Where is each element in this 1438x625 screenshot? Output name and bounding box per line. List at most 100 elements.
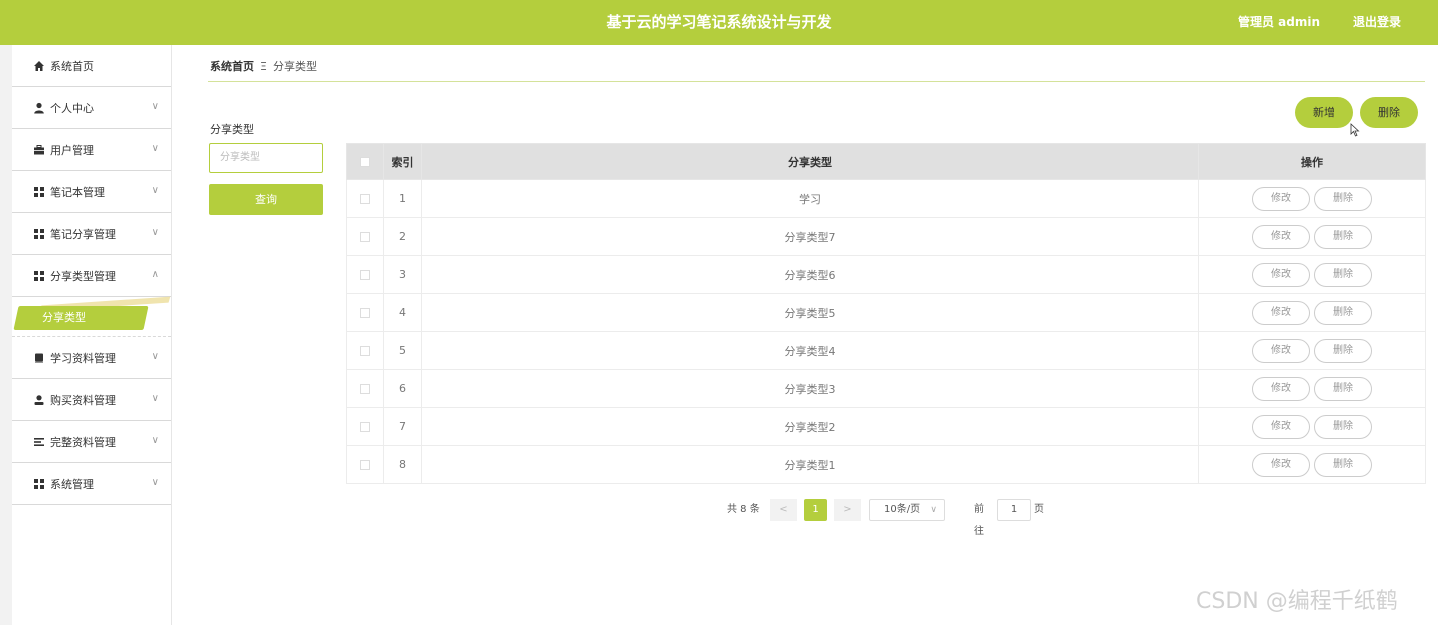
add-button[interactable]: 新增 xyxy=(1295,97,1353,128)
table-row: 5 分享类型4 修改 删除 xyxy=(346,331,1426,370)
delete-button[interactable]: 删除 xyxy=(1314,224,1372,249)
row-index: 7 xyxy=(383,407,422,446)
sidebar-item-home[interactable]: 系统首页 xyxy=(12,45,171,87)
table-row: 4 分享类型5 修改 删除 xyxy=(346,293,1426,332)
row-checkbox-cell xyxy=(346,369,384,408)
row-checkbox[interactable] xyxy=(360,384,370,394)
chevron-down-icon: ∨ xyxy=(930,505,937,515)
chevron-down-icon: ∨ xyxy=(151,477,159,488)
sidebar: 系统首页 个人中心 ∨ 用户管理 ∨ 笔记本管理 ∨ 笔记分享管理 ∨ 分享类型… xyxy=(12,45,172,625)
breadcrumb-divider xyxy=(208,81,1425,82)
sidebar-item-label: 系统首页 xyxy=(50,59,94,73)
chevron-down-icon: ∨ xyxy=(151,227,159,238)
total-count: 共 8 条 xyxy=(727,504,760,515)
chevron-down-icon: ∨ xyxy=(151,143,159,154)
header-ops: 操作 xyxy=(1198,143,1426,180)
sidebar-subitem-share-type[interactable]: 分享类型 xyxy=(12,296,171,337)
sidebar-item-share-type[interactable]: 分享类型管理 ∧ xyxy=(12,255,171,297)
sidebar-item-label: 笔记本管理 xyxy=(50,185,105,199)
row-ops: 修改 删除 xyxy=(1198,407,1426,446)
row-checkbox-cell xyxy=(346,407,384,446)
select-all-checkbox[interactable] xyxy=(360,157,370,167)
row-share-type: 分享类型6 xyxy=(421,255,1199,294)
breadcrumb: 系统首页 Ξ 分享类型 xyxy=(210,58,317,74)
edit-button[interactable]: 修改 xyxy=(1252,186,1310,211)
row-share-type: 分享类型4 xyxy=(421,331,1199,370)
row-share-type: 分享类型5 xyxy=(421,293,1199,332)
sidebar-item-label: 完整资料管理 xyxy=(50,435,116,449)
row-ops: 修改 删除 xyxy=(1198,217,1426,256)
sidebar-item-materials[interactable]: 学习资料管理 ∨ xyxy=(12,337,171,379)
share-type-table: 索引 分享类型 操作 1 学习 修改 删除 2 分享类型7 修改 删除 3 分享类型6 修改 删除 4 分… xyxy=(346,143,1426,484)
sidebar-item-system[interactable]: 系统管理 ∨ xyxy=(12,463,171,505)
sidebar-item-notebooks[interactable]: 笔记本管理 ∨ xyxy=(12,171,171,213)
batch-delete-button[interactable]: 删除 xyxy=(1360,97,1418,128)
row-index: 1 xyxy=(383,179,422,218)
sidebar-item-users[interactable]: 用户管理 ∨ xyxy=(12,129,171,171)
goto-page-input[interactable]: 1 xyxy=(997,499,1031,521)
sidebar-item-purchases[interactable]: 购买资料管理 ∨ xyxy=(12,379,171,421)
delete-button[interactable]: 删除 xyxy=(1314,300,1372,325)
row-checkbox[interactable] xyxy=(360,270,370,280)
sidebar-item-label: 系统管理 xyxy=(50,477,94,491)
delete-button[interactable]: 删除 xyxy=(1314,338,1372,363)
breadcrumb-home[interactable]: 系统首页 xyxy=(210,60,254,73)
edit-button[interactable]: 修改 xyxy=(1252,300,1310,325)
next-page-button[interactable]: > xyxy=(834,499,861,521)
logout-link[interactable]: 退出登录 xyxy=(1353,0,1401,45)
row-ops: 修改 删除 xyxy=(1198,331,1426,370)
chevron-down-icon: ∨ xyxy=(151,101,159,112)
page-number-button[interactable]: 1 xyxy=(804,499,827,521)
header-index: 索引 xyxy=(383,143,422,180)
row-checkbox[interactable] xyxy=(360,460,370,470)
page-size-value: 10条/页 xyxy=(884,504,921,515)
edit-button[interactable]: 修改 xyxy=(1252,224,1310,249)
row-checkbox[interactable] xyxy=(360,308,370,318)
sidebar-item-label: 笔记分享管理 xyxy=(50,227,116,241)
app-title: 基于云的学习笔记系统设计与开发 xyxy=(606,13,832,31)
edit-button[interactable]: 修改 xyxy=(1252,338,1310,363)
row-index: 8 xyxy=(383,445,422,484)
row-checkbox[interactable] xyxy=(360,232,370,242)
sidebar-item-note-share[interactable]: 笔记分享管理 ∨ xyxy=(12,213,171,255)
delete-button[interactable]: 删除 xyxy=(1314,262,1372,287)
briefcase-icon xyxy=(33,144,45,156)
edit-button[interactable]: 修改 xyxy=(1252,452,1310,477)
row-checkbox[interactable] xyxy=(360,346,370,356)
admin-label: 管理员 admin xyxy=(1238,15,1321,29)
row-share-type: 分享类型2 xyxy=(421,407,1199,446)
table-row: 2 分享类型7 修改 删除 xyxy=(346,217,1426,256)
delete-button[interactable]: 删除 xyxy=(1314,452,1372,477)
header-share-type: 分享类型 xyxy=(421,143,1199,180)
edit-button[interactable]: 修改 xyxy=(1252,414,1310,439)
sidebar-item-personal[interactable]: 个人中心 ∨ xyxy=(12,87,171,129)
breadcrumb-current: 分享类型 xyxy=(272,60,317,73)
edit-button[interactable]: 修改 xyxy=(1252,376,1310,401)
prev-page-button[interactable]: < xyxy=(770,499,797,521)
share-type-search-input[interactable]: 分享类型 xyxy=(209,143,323,173)
goto-label: 前往 xyxy=(974,504,984,537)
sidebar-item-label: 购买资料管理 xyxy=(50,393,116,407)
row-ops: 修改 删除 xyxy=(1198,445,1426,484)
row-checkbox-cell xyxy=(346,293,384,332)
delete-button[interactable]: 删除 xyxy=(1314,186,1372,211)
top-bar: 基于云的学习笔记系统设计与开发 管理员 admin 退出登录 xyxy=(0,0,1438,45)
row-checkbox[interactable] xyxy=(360,194,370,204)
sidebar-item-full-materials[interactable]: 完整资料管理 ∨ xyxy=(12,421,171,463)
row-checkbox-cell xyxy=(346,445,384,484)
edit-button[interactable]: 修改 xyxy=(1252,262,1310,287)
row-checkbox-cell xyxy=(346,331,384,370)
mouse-cursor-icon xyxy=(1350,123,1360,137)
table-header-row: 索引 分享类型 操作 xyxy=(346,143,1426,180)
delete-button[interactable]: 删除 xyxy=(1314,376,1372,401)
table-row: 3 分享类型6 修改 删除 xyxy=(346,255,1426,294)
chevron-down-icon: ∨ xyxy=(151,185,159,196)
row-checkbox[interactable] xyxy=(360,422,370,432)
sidebar-item-label: 学习资料管理 xyxy=(50,351,116,365)
row-index: 2 xyxy=(383,217,422,256)
select-all-cell xyxy=(346,143,384,180)
page-size-select[interactable]: 10条/页 ∨ xyxy=(869,499,945,521)
user-icon xyxy=(33,394,45,406)
delete-button[interactable]: 删除 xyxy=(1314,414,1372,439)
search-button[interactable]: 查询 xyxy=(209,184,323,215)
